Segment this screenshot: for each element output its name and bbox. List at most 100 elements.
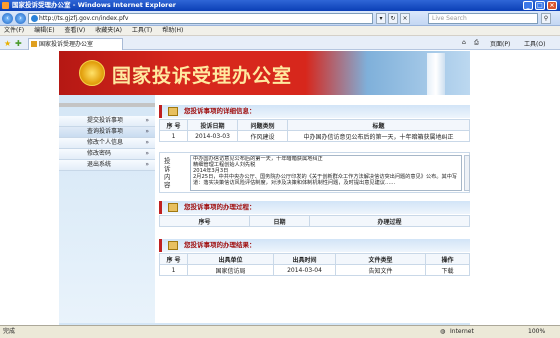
menu-bar: 文件(F) 编辑(E) 查看(V) 收藏夹(A) 工具(T) 帮助(H) xyxy=(0,26,560,36)
favorites-star-icon[interactable]: ★ xyxy=(4,39,11,48)
detail-heading-text: 您投诉事项的详细信息： xyxy=(184,107,256,115)
sidebar-item-logout[interactable]: 退出系统 » xyxy=(59,160,155,171)
print-icon[interactable]: ⎙ xyxy=(474,39,479,47)
table-cell: 作风建设 xyxy=(237,130,288,142)
column-header: 操作 xyxy=(425,253,470,265)
status-bar: 完成 ◍ Internet 100% xyxy=(0,325,560,338)
ie-icon xyxy=(2,2,9,9)
home-icon[interactable]: ⌂ xyxy=(462,39,466,46)
page-viewport: 国家投诉受理办公室 提交投诉事项 » 查询投诉事项 » 修改个人信息 » 修改密… xyxy=(0,51,560,325)
result-heading: 您投诉事项的办理结果： xyxy=(159,239,470,252)
page-icon xyxy=(31,15,38,22)
table-cell: 中办国办信访意见公布后的第一天，十年暗箱获属地纠正 xyxy=(287,130,470,142)
content-scrollbar[interactable] xyxy=(464,155,470,191)
site-title: 国家投诉受理办公室 xyxy=(112,65,293,87)
book-icon xyxy=(168,107,178,116)
process-heading-text: 您投诉事项的办理过程： xyxy=(184,203,256,211)
minimize-button[interactable]: _ xyxy=(523,1,533,10)
maximize-button[interactable]: □ xyxy=(535,1,545,10)
tools-menu[interactable]: 工具(O) xyxy=(524,39,545,48)
chevron-right-icon: » xyxy=(145,117,149,124)
table-cell: 1 xyxy=(159,264,188,276)
content-line: 2月25日，中共中央办公厅、国务院办公厅印发的《关于创新群众工作方法解决信访突出… xyxy=(193,173,458,186)
search-icon[interactable]: ⚲ xyxy=(541,13,551,24)
complaint-content-box: 投诉内容 中办国办信访意见公布后的第一天，十年暗箱获属地纠正 精细管理工程创始人… xyxy=(159,152,470,193)
menu-view[interactable]: 查看(V) xyxy=(64,27,85,34)
chevron-right-icon: » xyxy=(145,150,149,157)
detail-heading: 您投诉事项的详细信息： xyxy=(159,105,470,118)
menu-help[interactable]: 帮助(H) xyxy=(162,27,183,34)
address-input[interactable]: http://ts.gjzfj.gov.cn/index.pfv xyxy=(28,13,373,24)
sidebar-item-label: 查询投诉事项 xyxy=(87,128,124,135)
table-cell: 2014-03-04 xyxy=(273,264,336,276)
chevron-right-icon: » xyxy=(145,161,149,168)
forward-button[interactable]: › xyxy=(15,13,26,24)
zoom-level[interactable]: 100% xyxy=(528,326,545,338)
sidebar-item-query[interactable]: 查询投诉事项 » xyxy=(59,127,155,138)
book-icon xyxy=(168,241,178,250)
window-titlebar: 国家投诉受理办公室 - Windows Internet Explorer _ … xyxy=(0,0,560,11)
tab-bar: ★ ✚ 国家投诉受理办公室 ⌂ ⎙ 页面(P) 工具(O) xyxy=(0,36,560,50)
address-text: http://ts.gjzfj.gov.cn/index.pfv xyxy=(39,15,129,22)
address-toolbar: ‹ › http://ts.gjzfj.gov.cn/index.pfv ▾ ↻… xyxy=(0,11,560,26)
dropdown-icon[interactable]: ▾ xyxy=(376,13,386,24)
sidebar-item-label: 退出系统 xyxy=(87,161,112,168)
complaint-content-text[interactable]: 中办国办信访意见公布后的第一天，十年暗箱获属地纠正 精细管理工程创始人刘先税 2… xyxy=(190,155,462,191)
column-header: 序 号 xyxy=(159,119,188,131)
column-header: 序 号 xyxy=(159,253,188,265)
sidebar-item-password[interactable]: 修改密码 » xyxy=(59,149,155,160)
result-table: 序 号 出具单位 出具时间 文件类型 操作 1 国家信访局 2014-03-04… xyxy=(159,253,470,276)
tab-favicon-icon xyxy=(31,41,37,47)
menu-tools[interactable]: 工具(T) xyxy=(132,27,152,34)
stop-icon[interactable]: × xyxy=(400,13,410,24)
site-banner: 国家投诉受理办公室 xyxy=(59,51,470,95)
column-header: 文件类型 xyxy=(335,253,426,265)
huabiao-pillar-icon xyxy=(427,53,445,95)
back-button[interactable]: ‹ xyxy=(2,13,13,24)
column-header: 投诉日期 xyxy=(187,119,238,131)
column-header: 出具时间 xyxy=(273,253,336,265)
sidebar-item-submit[interactable]: 提交投诉事项 » xyxy=(59,116,155,127)
menu-favorites[interactable]: 收藏夹(A) xyxy=(95,27,122,34)
menu-edit[interactable]: 编辑(E) xyxy=(34,27,54,34)
table-cell: 告知文件 xyxy=(335,264,426,276)
status-text: 完成 xyxy=(3,328,16,335)
add-favorite-icon[interactable]: ✚ xyxy=(15,39,22,48)
tab-current[interactable]: 国家投诉受理办公室 xyxy=(28,38,123,50)
book-icon xyxy=(168,203,178,212)
table-header-row: 序 号 投诉日期 问题类别 标题 xyxy=(159,119,470,131)
sidebar-item-profile[interactable]: 修改个人信息 » xyxy=(59,138,155,149)
window-title: 国家投诉受理办公室 - Windows Internet Explorer xyxy=(12,1,176,9)
column-header: 问题类别 xyxy=(237,119,288,131)
zone-text: Internet xyxy=(450,328,474,335)
table-cell: 2014-03-03 xyxy=(187,130,238,142)
table-header-row: 序号 日期 办理过程 xyxy=(159,215,470,227)
content-label: 投诉内容 xyxy=(164,157,171,189)
process-heading: 您投诉事项的办理过程： xyxy=(159,201,470,214)
process-table: 序号 日期 办理过程 xyxy=(159,215,470,227)
column-header: 标题 xyxy=(287,119,470,131)
table-row: 1 2014-03-03 作风建设 中办国办信访意见公布后的第一天，十年暗箱获属… xyxy=(159,130,470,142)
page-menu[interactable]: 页面(P) xyxy=(490,39,510,48)
table-cell: 1 xyxy=(159,130,188,142)
national-emblem-icon xyxy=(79,60,105,86)
sidebar-item-label: 修改个人信息 xyxy=(87,139,124,146)
column-header: 序号 xyxy=(159,215,250,227)
sidebar-header xyxy=(59,103,155,107)
close-button[interactable]: × xyxy=(547,1,557,10)
sidebar-item-label: 提交投诉事项 xyxy=(87,117,124,124)
search-input[interactable]: Live Search xyxy=(428,13,538,24)
sidebar-item-label: 修改密码 xyxy=(87,150,112,157)
table-header-row: 序 号 出具单位 出具时间 文件类型 操作 xyxy=(159,253,470,265)
table-cell: 国家信访局 xyxy=(187,264,274,276)
download-link[interactable]: 下载 xyxy=(425,264,470,276)
column-header: 日期 xyxy=(249,215,310,227)
table-row: 1 国家信访局 2014-03-04 告知文件 下载 xyxy=(159,264,470,276)
refresh-icon[interactable]: ↻ xyxy=(388,13,398,24)
tab-title: 国家投诉受理办公室 xyxy=(39,41,94,48)
globe-icon: ◍ xyxy=(440,328,446,335)
detail-table: 序 号 投诉日期 问题类别 标题 1 2014-03-03 作风建设 中办国办信… xyxy=(159,119,470,142)
chevron-right-icon: » xyxy=(145,139,149,146)
sidebar: 提交投诉事项 » 查询投诉事项 » 修改个人信息 » 修改密码 » 退出系统 » xyxy=(59,95,155,324)
menu-file[interactable]: 文件(F) xyxy=(4,27,24,34)
